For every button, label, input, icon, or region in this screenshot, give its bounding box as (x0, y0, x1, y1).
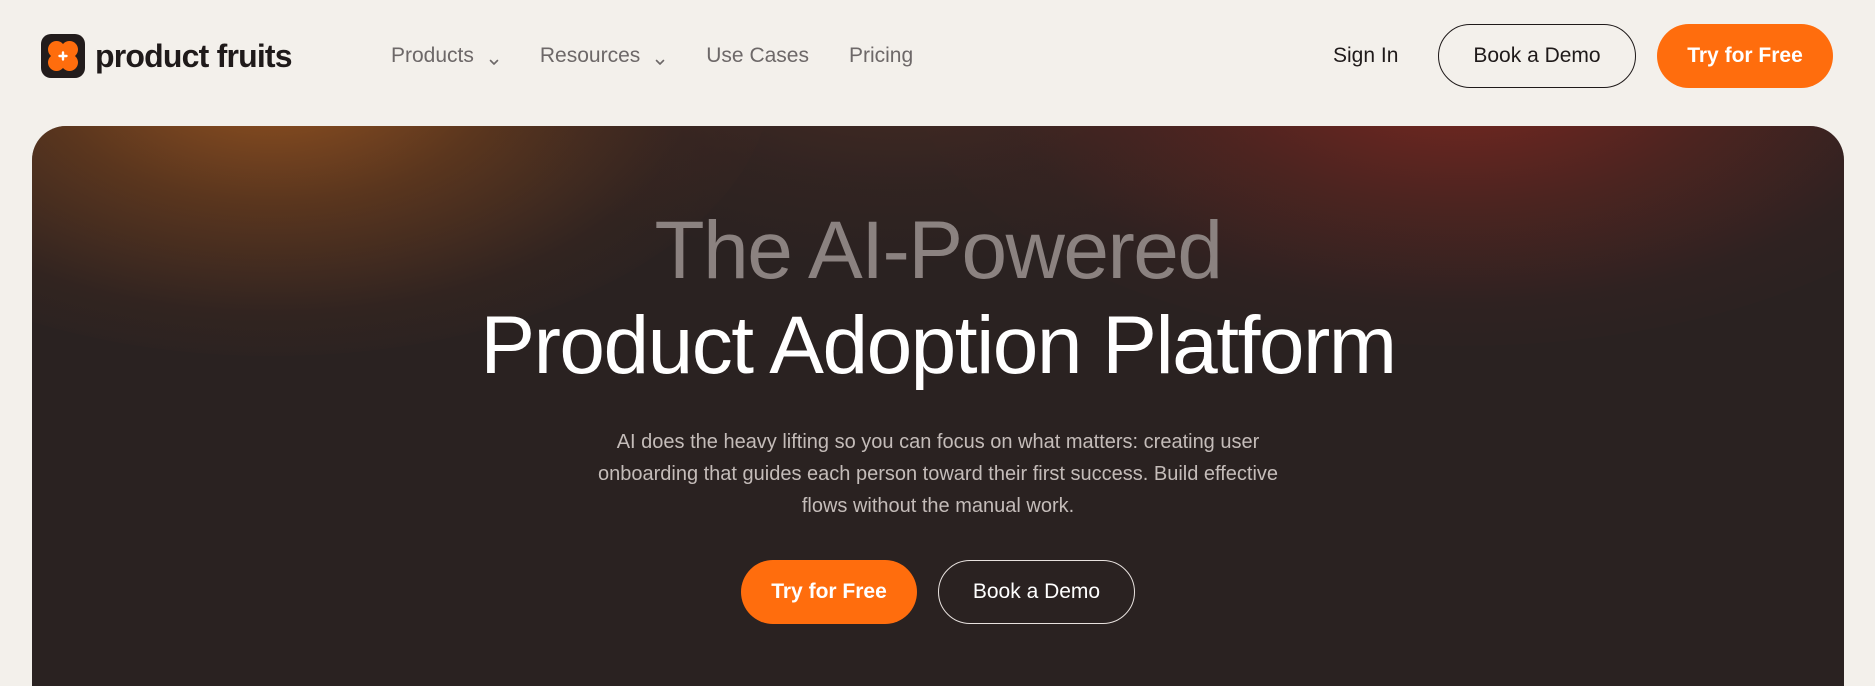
nav-item-label: Pricing (848, 44, 914, 67)
product-fruits-logo-icon (41, 34, 85, 78)
main-nav: Products Resources Use Cases Pricing (391, 36, 953, 76)
site-header: product fruits Products Resources Use Ca… (0, 0, 1875, 112)
nav-item-label: Resources (539, 44, 641, 67)
nav-item-label: Products (391, 44, 474, 67)
try-for-free-button[interactable]: Try for Free (1657, 24, 1833, 88)
logo-link[interactable]: product fruits (41, 34, 293, 78)
hero-title-line-1: The AI-Powered (654, 205, 1223, 296)
nav-item-products[interactable]: Products (391, 44, 500, 68)
sign-in-link[interactable]: Sign In (1333, 44, 1398, 68)
hero-section: The AI-Powered Product Adoption Platform… (32, 126, 1844, 686)
nav-item-pricing[interactable]: Pricing (849, 44, 913, 68)
chevron-down-icon (654, 50, 666, 65)
nav-item-resources[interactable]: Resources (540, 44, 666, 68)
chevron-down-icon (488, 50, 500, 65)
book-demo-button[interactable]: Book a Demo (1438, 24, 1636, 88)
nav-item-use-cases[interactable]: Use Cases (706, 44, 809, 68)
hero-title-line-2: Product Adoption Platform (480, 300, 1397, 391)
hero-try-for-free-button[interactable]: Try for Free (741, 560, 917, 624)
hero-subtitle: AI does the heavy lifting so you can foc… (597, 431, 1279, 517)
logo-text: product fruits (95, 38, 293, 74)
hero-book-demo-button[interactable]: Book a Demo (938, 560, 1135, 624)
nav-item-label: Use Cases (706, 44, 809, 67)
